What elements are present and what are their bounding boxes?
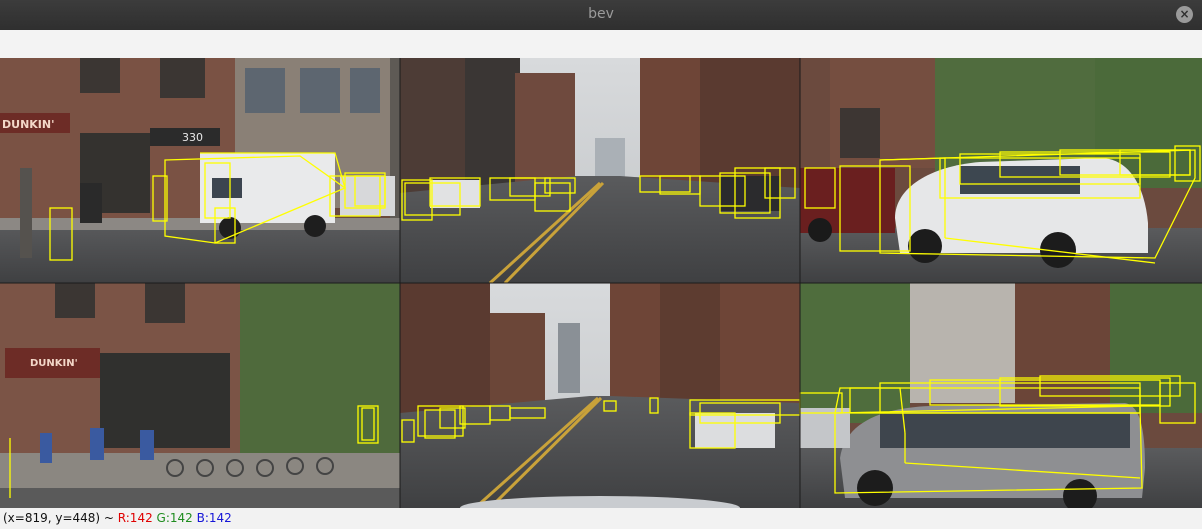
window-title: bev [588,6,614,22]
toolbar [0,30,1202,59]
pixel-blue-value: B:142 [196,511,232,525]
svg-text:DUNKIN': DUNKIN' [2,118,54,131]
cursor-coordinates: (x=819, y=448) ~ [3,511,118,525]
close-icon[interactable]: × [1176,6,1193,23]
app-window: bev × DUNKIN' 330 DUNKIN' (x=819, y=448)… [0,0,1202,529]
camera-front [400,58,800,285]
camera-front-left: DUNKIN' 330 [0,58,400,283]
title-bar[interactable]: bev × [0,0,1202,30]
camera-back-left: DUNKIN' [0,283,400,508]
pixel-green-value: G:142 [156,511,197,525]
camera-back [400,283,801,520]
image-canvas[interactable]: DUNKIN' 330 DUNKIN' [0,58,1202,520]
camera-front-right [800,58,1202,283]
svg-text:DUNKIN': DUNKIN' [30,358,78,369]
camera-back-right [799,283,1202,513]
camera-grid: DUNKIN' 330 DUNKIN' [0,58,1202,520]
svg-text:330: 330 [182,131,203,144]
pixel-red-value: R:142 [117,511,157,525]
status-bar: (x=819, y=448) ~ R:142 G:142 B:142 [0,508,1202,529]
